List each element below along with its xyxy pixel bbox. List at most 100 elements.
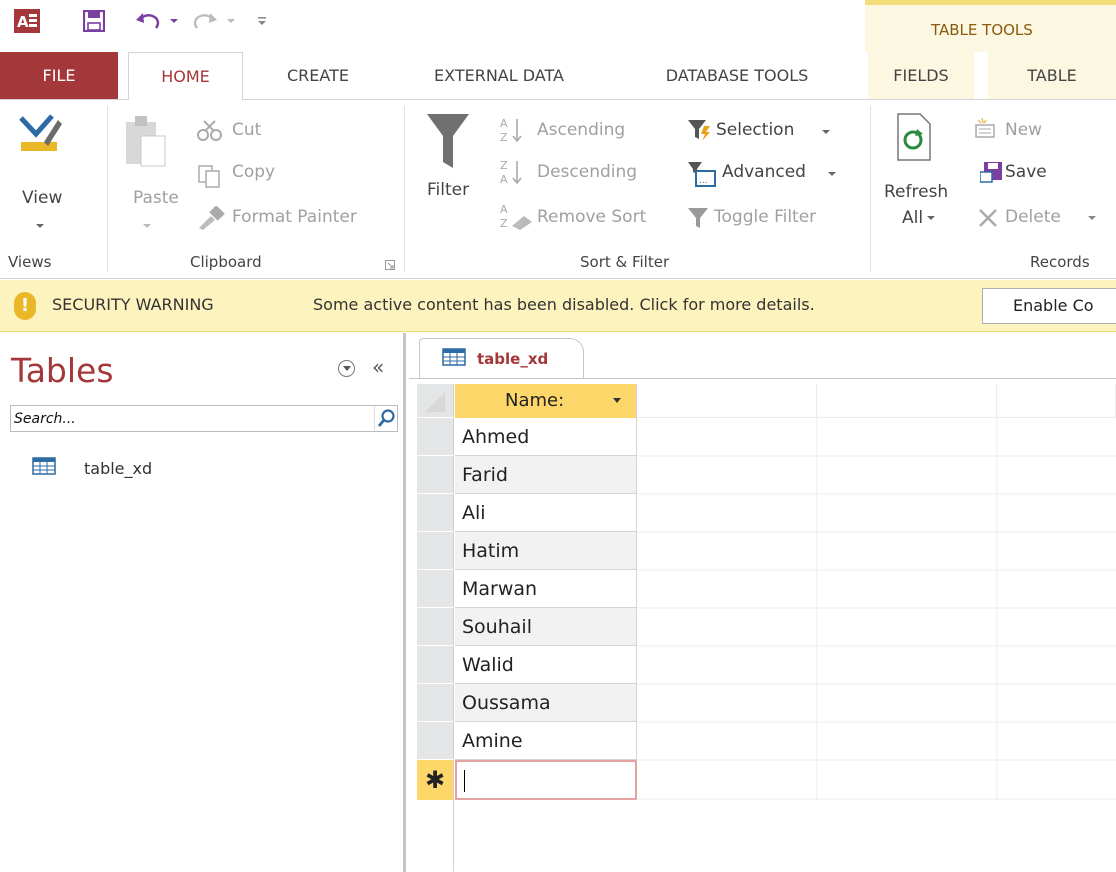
advanced-filter-icon: ... bbox=[688, 162, 716, 187]
ribbon-divider bbox=[404, 106, 405, 272]
svg-text:...: ... bbox=[699, 176, 708, 186]
nav-search-input[interactable] bbox=[14, 409, 364, 429]
sort-filter-group-label: Sort & Filter bbox=[580, 253, 670, 271]
tab-table[interactable]: TABLE bbox=[988, 52, 1116, 99]
views-group-label: Views bbox=[8, 253, 52, 271]
svg-text:Z: Z bbox=[500, 159, 508, 172]
toggle-filter-icon bbox=[688, 208, 708, 228]
table-cell[interactable]: Ahmed bbox=[455, 418, 637, 456]
refresh-label: Refresh bbox=[884, 182, 949, 202]
column-filter-dropdown-icon[interactable] bbox=[613, 398, 621, 403]
column-header-label: Name: bbox=[505, 390, 565, 411]
delete-icon bbox=[979, 209, 997, 227]
delete-dropdown-icon bbox=[1088, 216, 1096, 220]
clipboard-group-label: Clipboard bbox=[190, 253, 262, 271]
table-cell[interactable]: Walid bbox=[455, 646, 637, 684]
table-cell[interactable]: Oussama bbox=[455, 684, 637, 722]
table-cell[interactable]: Ali bbox=[455, 494, 637, 532]
empty-column-header bbox=[817, 384, 997, 418]
new-record-cell[interactable] bbox=[455, 760, 637, 800]
ribbon-divider bbox=[107, 106, 108, 272]
row-selector[interactable] bbox=[417, 532, 454, 570]
table-cell[interactable]: Farid bbox=[455, 456, 637, 494]
selection-label: Selection bbox=[716, 120, 795, 140]
document-area: table_xd Name: Ahmed Farid Ali Hatim Mar… bbox=[409, 333, 1116, 872]
cut-label: Cut bbox=[232, 120, 262, 140]
remove-sort-label: Remove Sort bbox=[537, 207, 647, 227]
search-icon[interactable] bbox=[374, 406, 398, 431]
selection-filter-icon bbox=[688, 120, 710, 141]
table-tools-context-group: TABLE TOOLS bbox=[865, 0, 1116, 52]
tab-strip-divider bbox=[409, 378, 1116, 379]
document-tab-label: table_xd bbox=[477, 350, 549, 368]
customize-toolbar-icon[interactable] bbox=[255, 9, 269, 33]
row-selector[interactable] bbox=[417, 722, 454, 760]
ascending-label: Ascending bbox=[537, 120, 626, 140]
tab-external-data[interactable]: EXTERNAL DATA bbox=[395, 52, 603, 99]
row-selector[interactable] bbox=[417, 418, 454, 456]
advanced-dropdown-icon bbox=[828, 172, 836, 176]
row-selector[interactable] bbox=[417, 684, 454, 722]
document-tab-table-xd[interactable]: table_xd bbox=[419, 338, 584, 379]
table-cell[interactable]: Hatim bbox=[455, 532, 637, 570]
redo-icon[interactable] bbox=[190, 9, 220, 33]
access-app-icon[interactable]: A bbox=[12, 9, 42, 33]
tab-fields[interactable]: FIELDS bbox=[868, 52, 974, 99]
datasheet-grid: Name: Ahmed Farid Ali Hatim Marwan Souha… bbox=[417, 384, 1116, 872]
refresh-all-label: All bbox=[902, 208, 924, 228]
undo-dropdown-icon[interactable] bbox=[167, 9, 181, 33]
tab-create[interactable]: CREATE bbox=[262, 52, 374, 99]
add-column-header[interactable] bbox=[637, 384, 817, 418]
filter-label: Filter bbox=[427, 180, 470, 200]
sort-descending-icon: Z A bbox=[500, 159, 522, 186]
enable-content-button[interactable]: Enable Co bbox=[982, 288, 1116, 324]
svg-text:A: A bbox=[17, 13, 29, 31]
records-group-label: Records bbox=[1030, 253, 1090, 271]
table-cell[interactable]: Souhail bbox=[455, 608, 637, 646]
nav-pane-title[interactable]: Tables bbox=[11, 351, 114, 390]
new-record-marker[interactable]: ✱ bbox=[417, 760, 454, 800]
row-selector[interactable] bbox=[417, 608, 454, 646]
svg-text:A: A bbox=[500, 203, 508, 216]
tab-file[interactable]: FILE bbox=[0, 52, 118, 99]
refresh-dropdown-icon bbox=[927, 216, 935, 220]
security-warning-message[interactable]: Some active content has been disabled. C… bbox=[313, 295, 815, 314]
paste-icon bbox=[126, 116, 166, 167]
view-button-label: View bbox=[22, 188, 63, 208]
title-bar: A TABLE TOOLS bbox=[0, 0, 1116, 52]
format-painter-label: Format Painter bbox=[232, 207, 357, 227]
save-icon[interactable] bbox=[81, 9, 107, 33]
nav-item-table-xd[interactable]: table_xd bbox=[28, 453, 388, 481]
undo-icon[interactable] bbox=[133, 9, 163, 33]
nav-search-box bbox=[10, 405, 398, 432]
column-header-name[interactable]: Name: bbox=[455, 384, 637, 418]
ribbon-divider bbox=[870, 106, 871, 272]
selection-dropdown-icon bbox=[822, 130, 830, 134]
new-record-label: New bbox=[1005, 120, 1043, 140]
redo-dropdown-icon[interactable] bbox=[224, 9, 238, 33]
row-selector[interactable] bbox=[417, 570, 454, 608]
table-cell[interactable]: Marwan bbox=[455, 570, 637, 608]
save-record-icon bbox=[980, 162, 1002, 183]
security-warning-title: SECURITY WARNING bbox=[52, 295, 214, 314]
tab-database-tools[interactable]: DATABASE TOOLS bbox=[626, 52, 848, 99]
row-selector[interactable] bbox=[417, 456, 454, 494]
paste-dropdown-icon bbox=[143, 224, 151, 228]
select-all-corner[interactable] bbox=[417, 384, 454, 418]
empty-selector-area bbox=[417, 800, 454, 872]
toggle-filter-label: Toggle Filter bbox=[714, 207, 817, 227]
row-selector[interactable] bbox=[417, 646, 454, 684]
table-cell[interactable]: Amine bbox=[455, 722, 637, 760]
nav-item-label: table_xd bbox=[84, 459, 153, 478]
copy-icon bbox=[198, 165, 220, 188]
shutter-bar-close-icon[interactable]: « bbox=[372, 355, 384, 379]
row-selector[interactable] bbox=[417, 494, 454, 532]
filter-icon bbox=[427, 114, 469, 168]
tab-home[interactable]: HOME bbox=[128, 52, 243, 100]
nav-pane-menu-icon[interactable] bbox=[338, 360, 355, 377]
warning-shield-icon: ! bbox=[14, 292, 36, 320]
svg-text:Z: Z bbox=[500, 217, 508, 230]
view-dropdown-icon bbox=[36, 224, 44, 228]
clipboard-launcher-icon[interactable] bbox=[385, 260, 395, 270]
svg-text:Z: Z bbox=[500, 131, 508, 144]
